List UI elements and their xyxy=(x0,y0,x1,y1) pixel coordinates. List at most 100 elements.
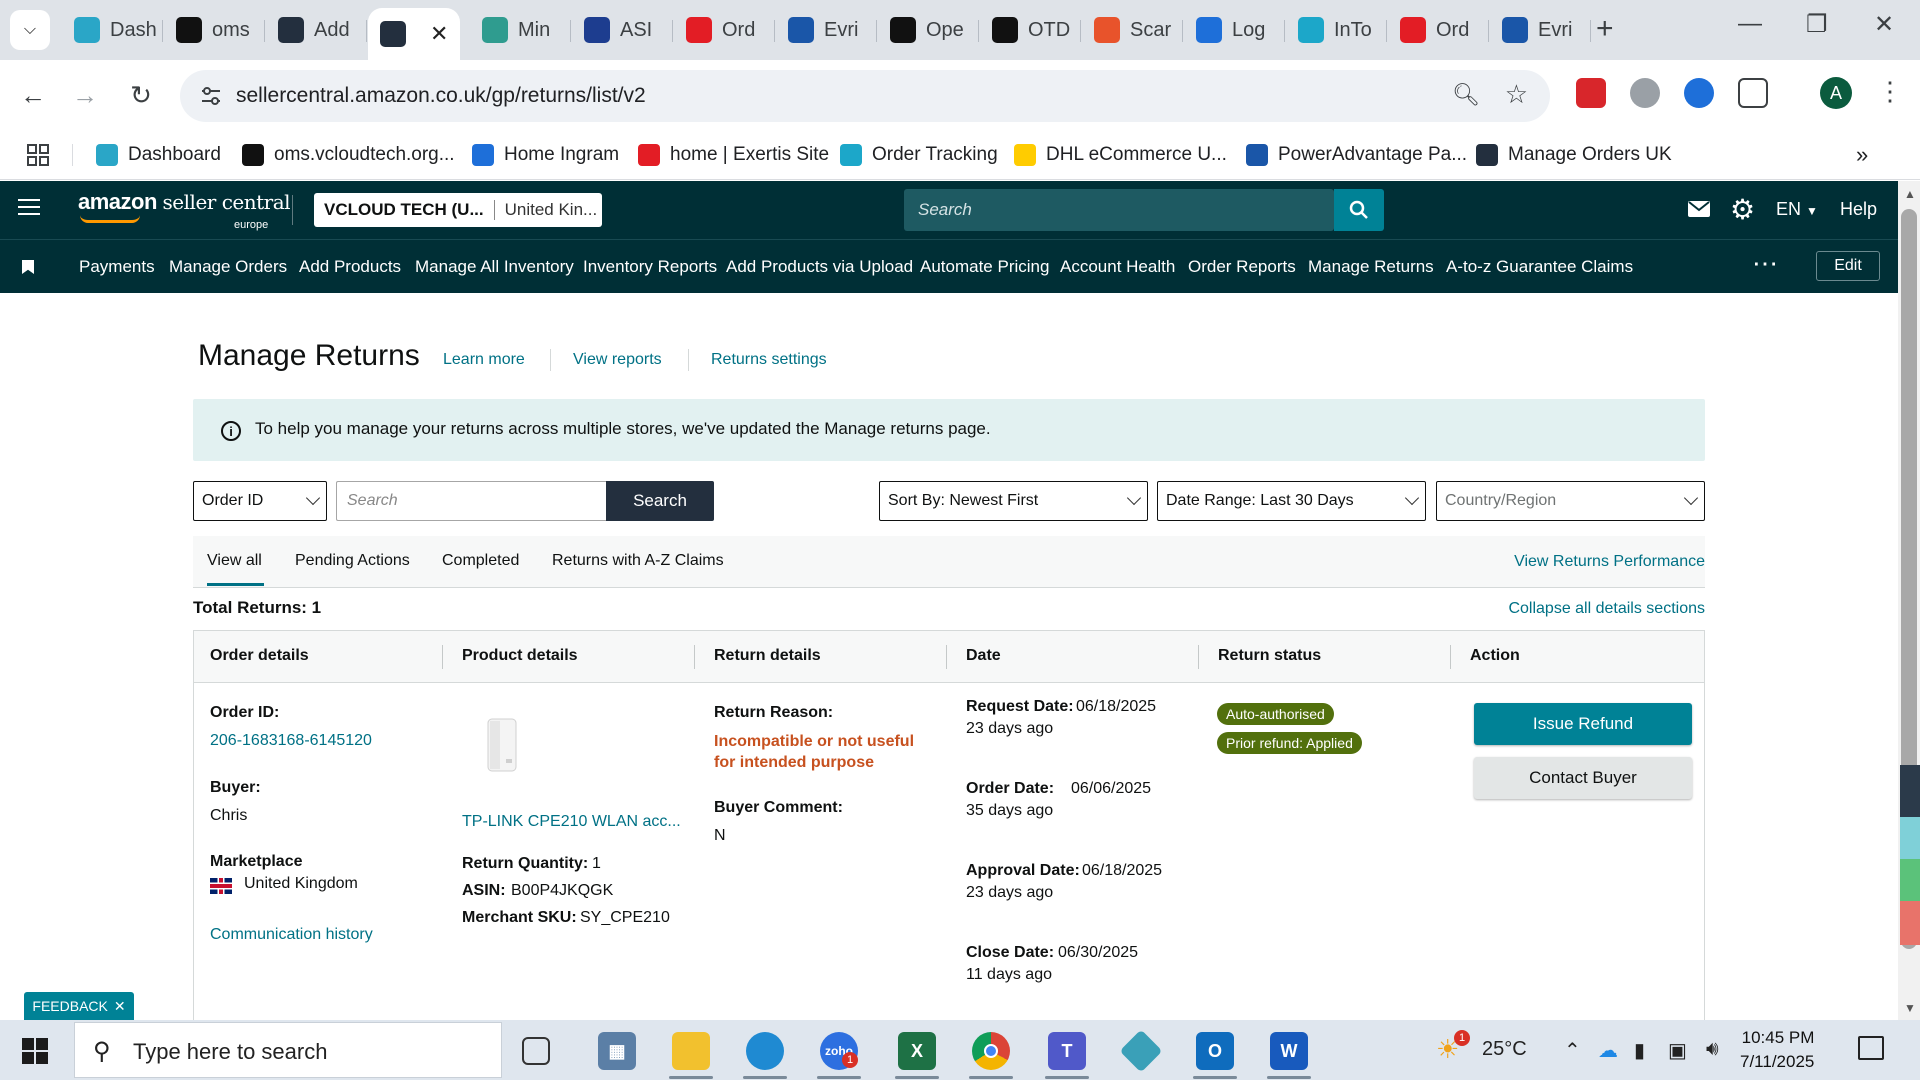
learn-more-link[interactable]: Learn more xyxy=(443,351,525,369)
chrome-icon[interactable] xyxy=(972,1032,1010,1070)
product-image[interactable] xyxy=(478,715,526,775)
network-icon[interactable]: ▣ xyxy=(1668,1038,1687,1063)
scroll-down-icon[interactable]: ▼ xyxy=(1904,1001,1916,1015)
zoom-icon[interactable]: 🔍︎ xyxy=(1452,82,1480,108)
weather-temp[interactable]: 25°C xyxy=(1482,1038,1527,1061)
edge-icon[interactable] xyxy=(746,1032,784,1070)
windows-start-icon[interactable] xyxy=(22,1038,48,1064)
order-id-link[interactable]: 206-1683168-6145120 xyxy=(210,732,372,750)
address-bar[interactable]: sellercentral.amazon.co.uk/gp/returns/li… xyxy=(180,70,1550,122)
edit-nav-button[interactable]: Edit xyxy=(1816,251,1880,281)
nav-item-payments[interactable]: Payments xyxy=(79,257,155,277)
bookmark-item[interactable]: Order Tracking xyxy=(840,138,998,172)
search-type-select[interactable]: Order ID xyxy=(193,481,327,521)
nav-item-inventory-reports[interactable]: Inventory Reports xyxy=(583,257,717,277)
feedback-button[interactable]: FEEDBACK ✕ xyxy=(24,992,134,1020)
collapse-details-link[interactable]: Collapse all details sections xyxy=(1508,600,1705,618)
forward-icon[interactable]: → xyxy=(68,78,102,112)
back-icon[interactable]: ← xyxy=(16,78,50,112)
browser-tab[interactable]: Ord xyxy=(674,8,775,52)
tab-pending-actions[interactable]: Pending Actions xyxy=(295,552,410,570)
returns-search-input[interactable] xyxy=(336,481,606,521)
nav-item-account-health[interactable]: Account Health xyxy=(1060,257,1175,277)
close-window-icon[interactable]: ✕ xyxy=(1874,10,1894,39)
browser-tab[interactable]: Min xyxy=(470,8,571,52)
pdf-extension-icon[interactable] xyxy=(1576,78,1606,108)
bookmark-star-icon[interactable]: ☆ xyxy=(1505,79,1528,110)
tab-az-claims[interactable]: Returns with A-Z Claims xyxy=(552,552,724,570)
site-info-icon[interactable] xyxy=(198,83,224,109)
volume-icon[interactable]: 🔊︎ xyxy=(1706,1038,1719,1061)
date-range-select[interactable]: Date Range: Last 30 Days xyxy=(1157,481,1426,521)
browser-tab[interactable]: Dash xyxy=(62,8,163,52)
browser-tab[interactable]: Evri xyxy=(1490,8,1591,52)
browser-tab[interactable]: Add xyxy=(266,8,367,52)
seller-search-button[interactable] xyxy=(1334,189,1384,231)
scroll-up-icon[interactable]: ▲ xyxy=(1904,187,1916,201)
word-icon[interactable]: W xyxy=(1270,1032,1308,1070)
mail-icon[interactable] xyxy=(1688,201,1710,217)
browser-tab[interactable]: Log xyxy=(1184,8,1285,52)
bookmark-item[interactable]: home | Exertis Site xyxy=(638,138,829,172)
bookmark-item[interactable]: Manage Orders UK xyxy=(1476,138,1672,172)
onedrive-icon[interactable]: ☁ xyxy=(1598,1038,1618,1063)
settings-gear-icon[interactable]: ⚙ xyxy=(1730,193,1755,226)
battery-icon[interactable]: ▮ xyxy=(1634,1038,1645,1063)
more-options-icon[interactable]: ⋯ xyxy=(1752,248,1778,279)
reload-icon[interactable]: ↻ xyxy=(124,78,158,112)
new-tab-button[interactable]: + xyxy=(1596,12,1614,46)
nav-item-add-products-via-upload[interactable]: Add Products via Upload xyxy=(726,257,913,277)
contact-buyer-button[interactable]: Contact Buyer xyxy=(1474,757,1692,799)
issue-refund-button[interactable]: Issue Refund xyxy=(1474,703,1692,745)
browser-tab[interactable]: oms xyxy=(164,8,265,52)
nav-item-manage-all-inventory[interactable]: Manage All Inventory xyxy=(415,257,574,277)
returns-search-button[interactable]: Search xyxy=(606,481,714,521)
excel-icon[interactable]: X xyxy=(898,1032,936,1070)
bookmark-item[interactable]: Home Ingram xyxy=(472,138,619,172)
view-reports-link[interactable]: View reports xyxy=(573,351,662,369)
view-returns-performance-link[interactable]: View Returns Performance xyxy=(1514,553,1705,571)
tab-completed[interactable]: Completed xyxy=(442,552,519,570)
browser-tab[interactable]: InTo xyxy=(1286,8,1387,52)
nav-item-a-to-z-guarantee-claims[interactable]: A-to-z Guarantee Claims xyxy=(1446,257,1633,277)
taskbar-search[interactable]: ⚲ Type here to search xyxy=(74,1022,502,1078)
teams-icon[interactable]: T xyxy=(1048,1032,1086,1070)
product-name-link[interactable]: TP-LINK CPE210 WLAN acc... xyxy=(462,813,681,831)
nav-item-add-products[interactable]: Add Products xyxy=(299,257,401,277)
shield-extension-icon[interactable] xyxy=(1684,78,1714,108)
minimize-icon[interactable]: — xyxy=(1738,10,1762,38)
browser-menu-icon[interactable]: ⋮ xyxy=(1877,76,1903,107)
account-switcher[interactable]: VCLOUD TECH (U... United Kin... xyxy=(314,193,602,227)
language-selector[interactable]: EN ▼ xyxy=(1776,199,1818,220)
show-hidden-icons-icon[interactable]: ⌃ xyxy=(1564,1038,1581,1063)
bookmark-item[interactable]: DHL eCommerce U... xyxy=(1014,138,1227,172)
browser-tab[interactable]: ASI xyxy=(572,8,673,52)
browser-tab[interactable]: Ope xyxy=(878,8,979,52)
extensions-puzzle-icon[interactable] xyxy=(1738,78,1768,108)
bookmark-icon[interactable] xyxy=(22,260,34,274)
close-tab-icon[interactable]: ✕ xyxy=(430,21,448,47)
hamburger-menu-icon[interactable] xyxy=(18,199,40,217)
task-view-icon[interactable] xyxy=(522,1037,550,1065)
url-text[interactable]: sellercentral.amazon.co.uk/gp/returns/li… xyxy=(236,84,646,108)
browser-tab[interactable]: Scar xyxy=(1082,8,1183,52)
hexagon-app-icon[interactable] xyxy=(1119,1029,1163,1073)
restore-icon[interactable]: ❐ xyxy=(1806,10,1828,39)
outlook-icon[interactable]: O xyxy=(1196,1032,1234,1070)
bookmark-item[interactable]: oms.vcloudtech.org... xyxy=(242,138,455,172)
nav-item-order-reports[interactable]: Order Reports xyxy=(1188,257,1296,277)
apps-grid-icon[interactable] xyxy=(26,138,50,172)
nav-item-automate-pricing[interactable]: Automate Pricing xyxy=(920,257,1049,277)
nav-item-manage-returns[interactable]: Manage Returns xyxy=(1308,257,1434,277)
tab-search-button[interactable]: ⌵ xyxy=(10,10,50,50)
browser-tab[interactable]: Evri xyxy=(776,8,877,52)
nav-item-manage-orders[interactable]: Manage Orders xyxy=(169,257,287,277)
bookmark-item[interactable]: Dashboard xyxy=(96,138,221,172)
notification-center-icon[interactable] xyxy=(1858,1036,1884,1060)
help-link[interactable]: Help xyxy=(1840,199,1877,220)
profile-avatar[interactable]: A xyxy=(1820,77,1852,109)
tab-view-all[interactable]: View all xyxy=(207,552,264,586)
seller-search-input[interactable] xyxy=(904,189,1334,231)
file-explorer-icon[interactable] xyxy=(672,1032,710,1070)
communication-history-link[interactable]: Communication history xyxy=(210,926,373,944)
